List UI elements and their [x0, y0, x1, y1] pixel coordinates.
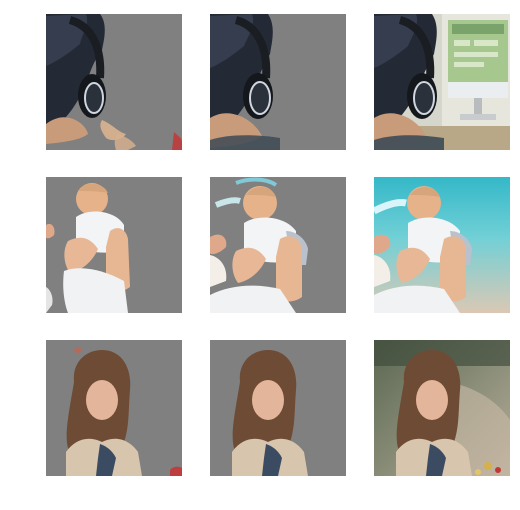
row1-col2-image-headphones-masked-refined: [210, 14, 346, 150]
row1-col1-image-headphones-masked-coarse: [46, 14, 182, 150]
row2-col3-image-baby-original: [374, 177, 510, 313]
row3-col2-image-woman-masked-refined: [210, 340, 346, 476]
row3-col1-image-woman-masked-coarse: [46, 340, 182, 476]
row2-col2-image-baby-masked-refined: [210, 177, 346, 313]
row3-col3-image-woman-original: [374, 340, 510, 476]
image-grid-figure: [0, 0, 520, 510]
row1-col3-image-headphones-original: [374, 14, 510, 150]
row2-col1-image-baby-masked-coarse: [46, 177, 182, 313]
